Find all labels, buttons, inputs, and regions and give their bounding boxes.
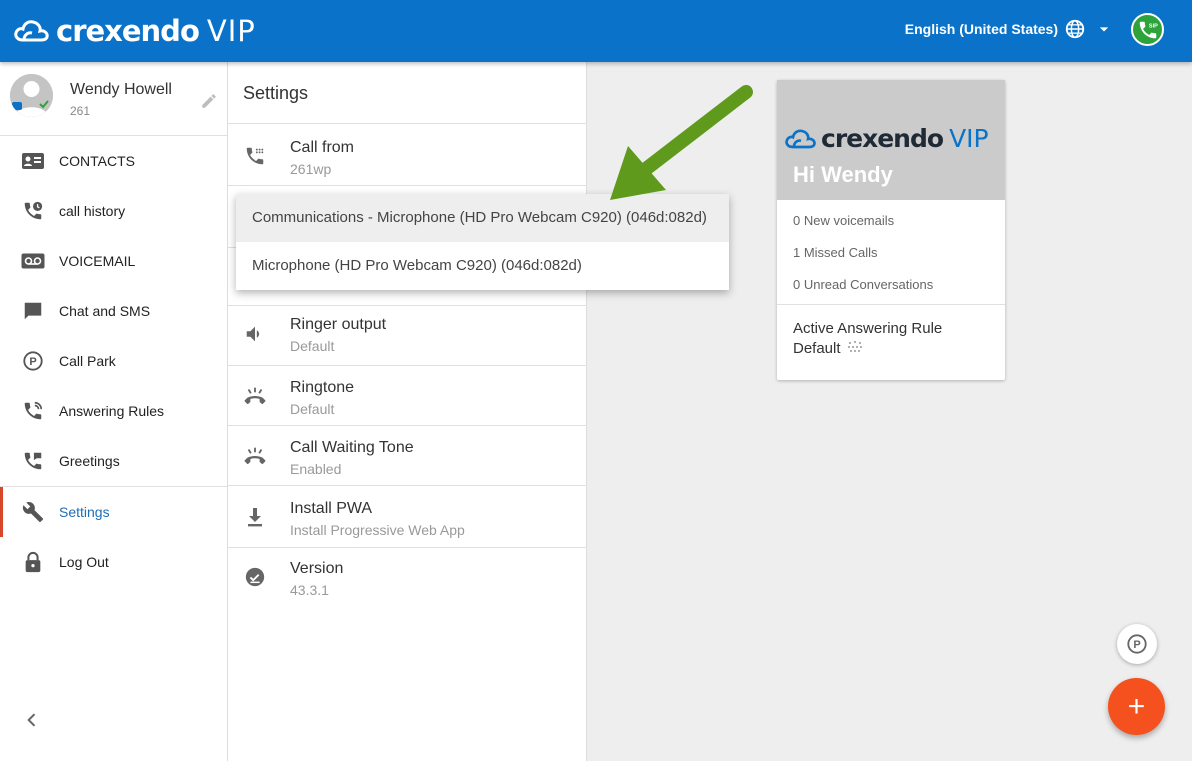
- sidebar-item-answering-rules[interactable]: Answering Rules: [0, 386, 227, 436]
- sidebar-item-label: Call Park: [59, 353, 116, 369]
- card-header: crexendo VIP Hi Wendy: [777, 80, 1005, 200]
- svg-text:P: P: [1133, 639, 1140, 651]
- setting-value: Install Progressive Web App: [290, 522, 465, 538]
- contacts-icon: [20, 148, 46, 174]
- ringing-phone-icon: [243, 444, 267, 468]
- sidebar-item-label: CONTACTS: [59, 153, 135, 169]
- speaker-icon: [243, 322, 267, 346]
- park-icon: P: [1127, 634, 1147, 654]
- sidebar-item-settings[interactable]: Settings: [0, 487, 227, 537]
- sidebar-item-label: VOICEMAIL: [59, 253, 136, 269]
- card-greeting: Hi Wendy: [793, 162, 893, 187]
- avatar[interactable]: [10, 74, 53, 117]
- sidebar: Wendy Howell 261 CONTACTS call history V…: [0, 62, 228, 761]
- svg-text:P: P: [29, 356, 36, 368]
- setting-label: Version: [290, 560, 344, 577]
- setting-value: Default: [290, 338, 335, 354]
- cloud-logo-icon: [14, 20, 49, 42]
- card-logo-text: crexendo: [821, 124, 944, 153]
- setting-value: 261wp: [290, 161, 332, 177]
- language-selector[interactable]: English (United States): [905, 18, 1114, 40]
- ringing-phone-icon: [243, 384, 267, 408]
- cloud-logo-icon: [785, 129, 816, 148]
- microphone-option[interactable]: Microphone (HD Pro Webcam C920) (046d:08…: [236, 242, 729, 290]
- sidebar-item-log-out[interactable]: Log Out: [0, 537, 227, 587]
- sidebar-item-call-history[interactable]: call history: [0, 186, 227, 236]
- chevron-left-icon: [27, 713, 36, 727]
- sidebar-item-call-park[interactable]: P Call Park: [0, 336, 227, 386]
- globe-icon: [1065, 19, 1085, 39]
- voicemail-icon: [20, 248, 46, 274]
- chat-icon: [20, 298, 46, 324]
- profile-header: Wendy Howell 261: [0, 62, 227, 136]
- sidebar-item-greetings[interactable]: Greetings: [0, 436, 227, 486]
- answering-rules-icon: [20, 398, 46, 424]
- loading-spinner-icon: [847, 341, 862, 352]
- language-label: English (United States): [904, 21, 1058, 37]
- setting-label: Ringtone: [290, 379, 355, 396]
- card-logo: crexendo VIP: [785, 124, 989, 153]
- microphone-dropdown: Communications - Microphone (HD Pro Webc…: [236, 194, 729, 290]
- sidebar-item-contacts[interactable]: CONTACTS: [0, 136, 227, 186]
- phone-dial-icon: [243, 144, 267, 168]
- profile-name: Wendy Howell: [70, 81, 172, 98]
- setting-label: Call from: [290, 139, 355, 156]
- unread-conversations-stat[interactable]: 0 Unread Conversations: [777, 269, 1005, 301]
- add-fab[interactable]: +: [1108, 678, 1165, 735]
- microphone-option[interactable]: Communications - Microphone (HD Pro Webc…: [236, 194, 729, 242]
- sidebar-item-chat-sms[interactable]: Chat and SMS: [0, 286, 227, 336]
- greetings-icon: [20, 448, 46, 474]
- setting-value: Enabled: [290, 461, 342, 477]
- active-rule-value: Default: [793, 340, 841, 357]
- setting-label: Ringer output: [290, 316, 387, 333]
- setting-call-from[interactable]: Call from 261wp: [228, 124, 587, 186]
- pencil-icon: [202, 94, 216, 108]
- sidebar-item-voicemail[interactable]: VOICEMAIL: [0, 236, 227, 286]
- new-voicemails-stat[interactable]: 0 New voicemails: [777, 205, 1005, 237]
- check-circle-icon: [243, 565, 267, 589]
- settings-panel: Settings Call from 261wp Ringer output D…: [228, 62, 587, 761]
- plus-icon: +: [1127, 689, 1146, 723]
- sidebar-item-label: Log Out: [59, 554, 109, 570]
- setting-version: Version 43.3.1: [228, 548, 587, 610]
- lock-icon: [20, 549, 46, 575]
- setting-ringer-output[interactable]: Ringer output Default: [228, 306, 587, 366]
- park-icon: P: [20, 348, 46, 374]
- sidebar-item-label: Settings: [59, 504, 110, 520]
- sidebar-item-label: Chat and SMS: [59, 303, 151, 319]
- collapse-sidebar-button[interactable]: [22, 710, 42, 735]
- logo-vip: VIP: [206, 14, 256, 48]
- sip-phone-button[interactable]: SIP: [1131, 13, 1164, 46]
- setting-install-pwa[interactable]: Install PWA Install Progressive Web App: [228, 486, 587, 548]
- sip-phone-icon: SIP: [1139, 21, 1158, 38]
- sidebar-item-label: Greetings: [59, 453, 120, 469]
- edit-profile-button[interactable]: [200, 92, 218, 115]
- top-app-bar: crexendo VIP English (United States) SIP: [0, 0, 1192, 62]
- chevron-down-icon: [1099, 27, 1109, 32]
- setting-value: 43.3.1: [290, 582, 329, 598]
- user-avatar-icon: [10, 74, 53, 117]
- setting-ringtone[interactable]: Ringtone Default: [228, 366, 587, 426]
- missed-calls-stat[interactable]: 1 Missed Calls: [777, 237, 1005, 269]
- card-logo-vip: VIP: [949, 124, 989, 153]
- profile-extension: 261: [70, 104, 91, 118]
- sidebar-item-label: call history: [59, 203, 126, 219]
- svg-text:SIP: SIP: [1148, 23, 1157, 29]
- setting-call-waiting-tone[interactable]: Call Waiting Tone Enabled: [228, 426, 587, 486]
- settings-title: Settings: [228, 62, 586, 124]
- setting-label: Install PWA: [290, 500, 373, 517]
- sidebar-item-label: Answering Rules: [59, 403, 165, 419]
- download-icon: [243, 505, 267, 529]
- active-rule-row[interactable]: Default: [777, 337, 1005, 357]
- card-stats: 0 New voicemails 1 Missed Calls 0 Unread…: [777, 200, 1005, 305]
- welcome-card: crexendo VIP Hi Wendy 0 New voicemails 1…: [777, 80, 1005, 380]
- active-rule-title: Active Answering Rule: [793, 320, 943, 337]
- setting-label: Call Waiting Tone: [290, 439, 414, 456]
- call-park-fab[interactable]: P: [1117, 624, 1157, 664]
- setting-value: Default: [290, 401, 335, 417]
- call-history-icon: [20, 198, 46, 224]
- logo-text: crexendo: [56, 14, 200, 48]
- wrench-icon: [20, 499, 46, 525]
- crexendo-logo[interactable]: crexendo VIP: [14, 12, 256, 50]
